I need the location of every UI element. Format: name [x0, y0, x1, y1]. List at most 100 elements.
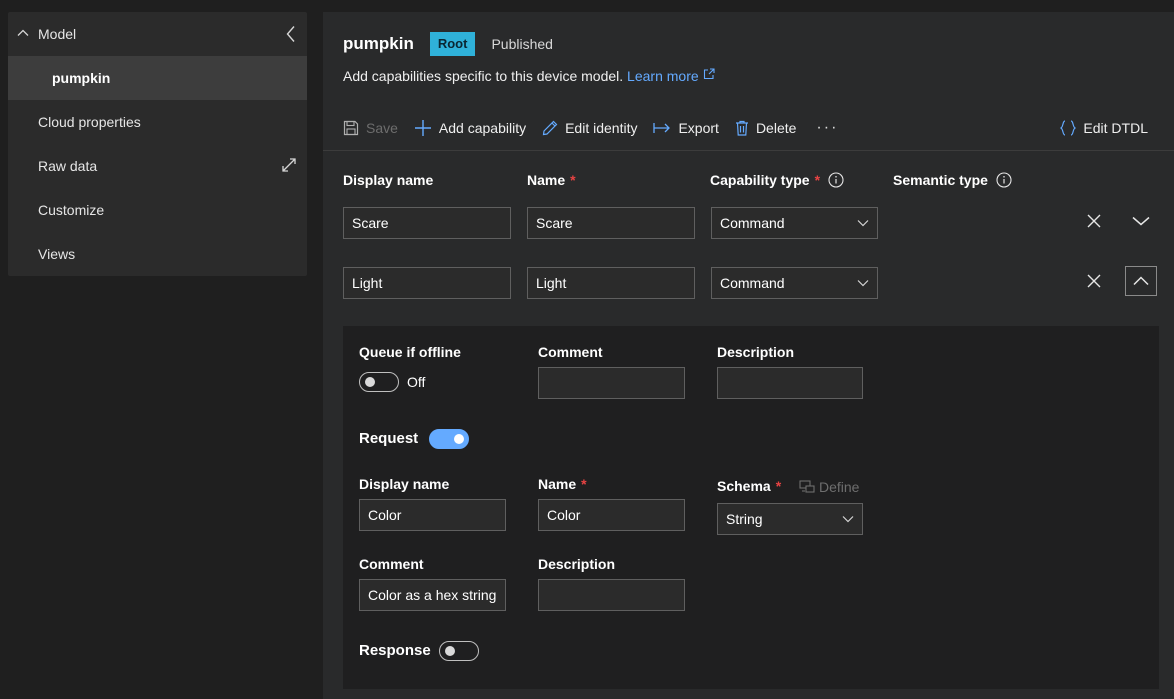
model-sidebar: Model pumpkin Cloud properties Raw data … — [8, 12, 307, 276]
export-button[interactable]: Export — [653, 120, 719, 136]
learn-more-link[interactable]: Learn more — [627, 68, 715, 84]
schema-value: String — [726, 511, 763, 527]
remove-capability-button[interactable] — [1078, 206, 1110, 236]
column-header-label: Display name — [343, 172, 434, 188]
add-capability-label: Add capability — [438, 120, 527, 136]
pencil-icon — [542, 120, 558, 136]
column-header-name: Name * — [527, 172, 576, 188]
toggle-knob — [365, 377, 375, 387]
schema-label: Schema — [717, 478, 771, 494]
request-name-header: Name * — [538, 476, 587, 492]
close-icon — [1087, 274, 1101, 288]
define-button[interactable]: Define — [799, 479, 859, 495]
capability-type-value: Command — [720, 275, 785, 291]
more-options-button[interactable]: ··· — [816, 119, 838, 137]
capability-type-value: Command — [720, 215, 785, 231]
remove-capability-button[interactable] — [1078, 266, 1110, 296]
expand-capability-button[interactable] — [1125, 206, 1157, 236]
info-icon[interactable] — [828, 172, 844, 188]
sidebar-item-pumpkin[interactable]: pumpkin — [8, 56, 307, 100]
request-display-name-label: Display name — [359, 476, 450, 492]
page-subtitle: Add capabilities specific to this device… — [343, 68, 715, 84]
sidebar-item-label: Cloud properties — [38, 114, 141, 130]
delete-label: Delete — [755, 120, 797, 136]
save-icon — [343, 120, 359, 136]
response-toggle[interactable] — [439, 641, 479, 661]
request-name-input[interactable]: Color — [538, 499, 685, 531]
chevron-up-icon — [1133, 276, 1149, 286]
request-display-name-input[interactable]: Color — [359, 499, 506, 531]
chevron-down-icon — [857, 220, 869, 227]
column-header-label: Name — [527, 172, 566, 188]
queue-if-offline-label: Queue if offline — [359, 344, 461, 360]
description-input[interactable] — [717, 367, 863, 399]
request-description-label: Description — [538, 556, 616, 572]
edit-identity-button[interactable]: Edit identity — [542, 120, 637, 136]
capability-detail-panel: Queue if offline Off Comment Description… — [343, 326, 1159, 689]
sidebar-item-raw-data[interactable]: Raw data — [8, 144, 307, 188]
capability-type-select[interactable]: Command — [711, 207, 878, 239]
request-comment-input[interactable]: Color as a hex string — [359, 579, 506, 611]
response-label: Response — [359, 642, 431, 659]
learn-more-label: Learn more — [627, 68, 699, 84]
comment-label: Comment — [538, 344, 603, 360]
request-name-label: Name — [538, 476, 577, 492]
subtitle-text: Add capabilities specific to this device… — [343, 68, 624, 84]
status-text: Published — [491, 36, 553, 52]
sidebar-header-label: Model — [38, 26, 77, 42]
save-button[interactable]: Save — [343, 120, 398, 136]
capability-display-name-input[interactable]: Scare — [343, 207, 511, 239]
comment-input[interactable] — [538, 367, 685, 399]
save-label: Save — [366, 120, 398, 136]
edit-dtdl-label: Edit DTDL — [1083, 120, 1148, 136]
sidebar-item-label: pumpkin — [52, 70, 111, 86]
capability-type-select[interactable]: Command — [711, 267, 878, 299]
toolbar: Save Add capability Edit identity Export… — [343, 116, 1174, 140]
sidebar-item-cloud-properties[interactable]: Cloud properties — [8, 100, 307, 144]
info-icon[interactable] — [996, 172, 1012, 188]
capability-name-input[interactable]: Light — [527, 267, 695, 299]
export-label: Export — [678, 120, 719, 136]
queue-if-offline-toggle[interactable] — [359, 372, 399, 392]
braces-icon — [1060, 120, 1077, 136]
request-toggle[interactable] — [429, 429, 469, 449]
plus-icon — [414, 120, 431, 136]
add-capability-button[interactable]: Add capability — [414, 119, 526, 137]
capability-display-name-input[interactable]: Light — [343, 267, 511, 299]
root-badge: Root — [429, 32, 476, 56]
define-label: Define — [819, 479, 860, 495]
required-mark: * — [814, 172, 821, 188]
chevron-down-icon — [1132, 216, 1150, 226]
define-icon — [799, 480, 815, 493]
expand-icon[interactable] — [281, 157, 297, 173]
column-header-label: Semantic type — [893, 172, 988, 188]
edit-identity-label: Edit identity — [565, 120, 638, 136]
sidebar-item-label: Raw data — [38, 158, 98, 174]
schema-header: Schema * — [717, 478, 781, 494]
page-title: pumpkin — [343, 34, 414, 53]
schema-select[interactable]: String — [717, 503, 863, 535]
page-header: pumpkin Root Published — [343, 32, 553, 56]
delete-button[interactable]: Delete — [735, 120, 796, 136]
column-header-capability-type: Capability type * — [710, 172, 844, 188]
required-mark: * — [581, 476, 587, 492]
export-icon — [653, 123, 671, 133]
required-mark: * — [570, 172, 576, 188]
capability-name-input[interactable]: Scare — [527, 207, 695, 239]
collapse-capability-button[interactable] — [1125, 266, 1157, 296]
required-mark: * — [775, 478, 782, 494]
request-description-input[interactable] — [538, 579, 685, 611]
main-panel: pumpkin Root Published Add capabilities … — [323, 12, 1174, 699]
sidebar-item-label: Customize — [38, 202, 105, 218]
request-comment-label: Comment — [359, 556, 424, 572]
sidebar-header-model[interactable]: Model — [8, 12, 307, 56]
sidebar-item-views[interactable]: Views — [8, 232, 307, 276]
column-header-display-name: Display name — [343, 172, 433, 188]
chevron-up-icon — [17, 29, 29, 36]
close-icon — [1087, 214, 1101, 228]
chevron-left-icon[interactable] — [285, 25, 297, 43]
sidebar-item-customize[interactable]: Customize — [8, 188, 307, 232]
chevron-down-icon — [857, 280, 869, 287]
request-label: Request — [359, 430, 419, 447]
edit-dtdl-button[interactable]: Edit DTDL — [1060, 120, 1148, 136]
